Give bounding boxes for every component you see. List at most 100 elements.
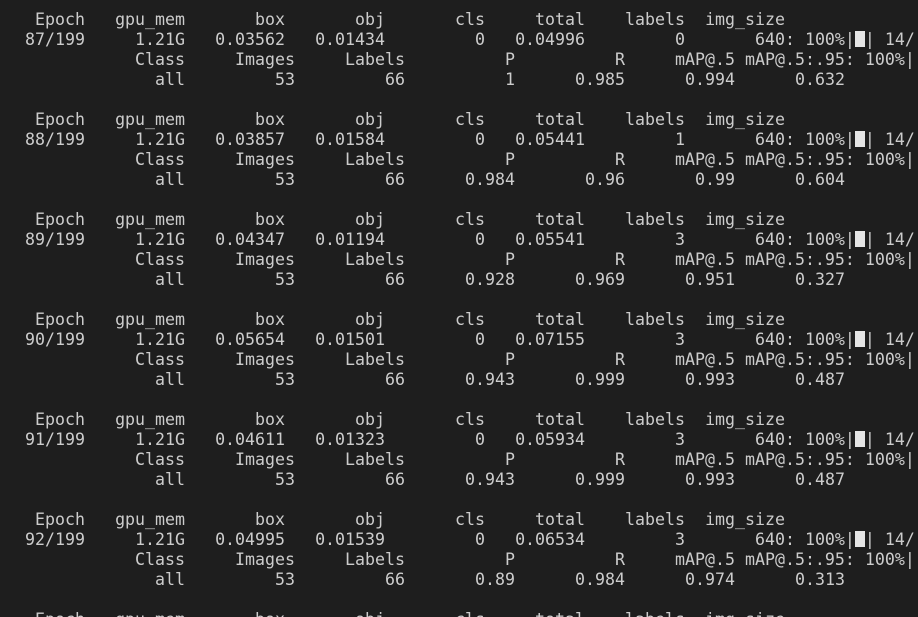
- train-box-value: 0.04611: [215, 430, 285, 449]
- val-map50-value: 0.993: [685, 470, 735, 489]
- val-header-map50-95: mAP@.5:.95: 100%|: [745, 150, 915, 169]
- val-map50-95-value: 0.487: [795, 370, 845, 389]
- header-gpu-mem: gpu_mem: [115, 110, 185, 129]
- train-progress-bar: 640: 100%| | 14/: [755, 230, 915, 250]
- val-header-precision: P: [505, 250, 515, 269]
- val-header-images: Images: [235, 150, 295, 169]
- header-box: box: [255, 110, 285, 129]
- progress-fill: [854, 431, 865, 447]
- val-header-class: Class: [135, 550, 185, 569]
- val-map50-value: 0.993: [685, 370, 735, 389]
- train-cls-value: 0: [475, 30, 485, 49]
- header-labels: labels: [625, 410, 685, 429]
- val-header-recall: R: [615, 550, 625, 569]
- val-class-value: all: [155, 270, 185, 289]
- train-box-value: 0.04347: [215, 230, 285, 249]
- header-img-size: img_size: [705, 10, 785, 29]
- val-map50-95-value: 0.604: [795, 170, 845, 189]
- val-header-images: Images: [235, 250, 295, 269]
- val-map50-value: 0.99: [695, 170, 735, 189]
- progress-suffix: | 14/: [864, 330, 915, 349]
- train-total-value: 0.05441: [515, 130, 585, 149]
- train-obj-value: 0.01434: [315, 30, 385, 49]
- val-class-value: all: [155, 570, 185, 589]
- val-labels-value: 66: [385, 570, 405, 589]
- progress-suffix: | 14/: [864, 30, 915, 49]
- train-labels-value: 3: [675, 530, 685, 549]
- val-header-recall: R: [615, 250, 625, 269]
- train-box-value: 0.04995: [215, 530, 285, 549]
- train-progress-bar: 640: 100%| | 14/: [755, 130, 915, 150]
- val-header-class: Class: [135, 150, 185, 169]
- progress-suffix: | 14/: [864, 530, 915, 549]
- val-precision-value: 0.928: [465, 270, 515, 289]
- header-gpu-mem: gpu_mem: [115, 310, 185, 329]
- val-header-class: Class: [135, 450, 185, 469]
- train-gpu-mem-value: 1.21G: [135, 30, 185, 49]
- val-map50-95-value: 0.487: [795, 470, 845, 489]
- val-header-precision: P: [505, 350, 515, 369]
- val-header-map50: mAP@.5: [675, 150, 735, 169]
- progress-prefix: 640: 100%|: [755, 330, 855, 349]
- header-img-size: img_size: [705, 110, 785, 129]
- header-labels: labels: [625, 510, 685, 529]
- val-header-map50-95: mAP@.5:.95: 100%|: [745, 550, 915, 569]
- progress-suffix: | 14/: [864, 130, 915, 149]
- train-labels-value: 3: [675, 230, 685, 249]
- val-precision-value: 0.89: [475, 570, 515, 589]
- train-box-value: 0.05654: [215, 330, 285, 349]
- header-obj: obj: [355, 510, 385, 529]
- train-total-value: 0.05934: [515, 430, 585, 449]
- header-gpu-mem: gpu_mem: [115, 210, 185, 229]
- terminal-output: Epoch gpu_mem box obj cls total labels img_size…: [0, 0, 918, 617]
- train-cls-value: 0: [475, 530, 485, 549]
- header-epoch: Epoch: [35, 10, 85, 29]
- train-obj-value: 0.01501: [315, 330, 385, 349]
- train-total-value: 0.06534: [515, 530, 585, 549]
- val-images-value: 53: [275, 370, 295, 389]
- train-total-value: 0.04996: [515, 30, 585, 49]
- header-box: box: [255, 10, 285, 29]
- val-header-map50: mAP@.5: [675, 350, 735, 369]
- val-recall-value: 0.984: [575, 570, 625, 589]
- val-recall-value: 0.999: [575, 370, 625, 389]
- header-gpu-mem: gpu_mem: [115, 410, 185, 429]
- val-map50-value: 0.974: [685, 570, 735, 589]
- val-header-class: Class: [135, 250, 185, 269]
- val-map50-95-value: 0.327: [795, 270, 845, 289]
- train-gpu-mem-value: 1.21G: [135, 430, 185, 449]
- header-cls: cls: [455, 210, 485, 229]
- train-cls-value: 0: [475, 130, 485, 149]
- val-header-map50: mAP@.5: [675, 250, 735, 269]
- val-header-recall: R: [615, 50, 625, 69]
- val-header-labels: Labels: [345, 350, 405, 369]
- header-obj: obj: [355, 410, 385, 429]
- header-gpu-mem: gpu_mem: [115, 10, 185, 29]
- val-labels-value: 66: [385, 170, 405, 189]
- progress-prefix: 640: 100%|: [755, 130, 855, 149]
- val-class-value: all: [155, 470, 185, 489]
- val-labels-value: 66: [385, 470, 405, 489]
- train-epoch-value: 87/199: [25, 30, 85, 49]
- header-box: box: [255, 210, 285, 229]
- val-header-precision: P: [505, 50, 515, 69]
- header-cls: cls: [455, 310, 485, 329]
- train-epoch-value: 88/199: [25, 130, 85, 149]
- train-obj-value: 0.01323: [315, 430, 385, 449]
- val-header-map50-95: mAP@.5:.95: 100%|: [745, 50, 915, 69]
- val-header-labels: Labels: [345, 450, 405, 469]
- header-obj: obj: [355, 110, 385, 129]
- val-header-map50-95: mAP@.5:.95: 100%|: [745, 350, 915, 369]
- header-box: box: [255, 410, 285, 429]
- val-recall-value: 0.999: [575, 470, 625, 489]
- progress-suffix: | 14/: [864, 230, 915, 249]
- train-progress-bar: 640: 100%| | 14/: [755, 430, 915, 450]
- progress-suffix: | 14/: [864, 430, 915, 449]
- header-labels: labels: [625, 210, 685, 229]
- train-cls-value: 0: [475, 430, 485, 449]
- header-obj: obj: [355, 310, 385, 329]
- header-total: total: [535, 110, 585, 129]
- val-images-value: 53: [275, 70, 295, 89]
- train-cls-value: 0: [475, 230, 485, 249]
- val-map50-value: 0.951: [685, 270, 735, 289]
